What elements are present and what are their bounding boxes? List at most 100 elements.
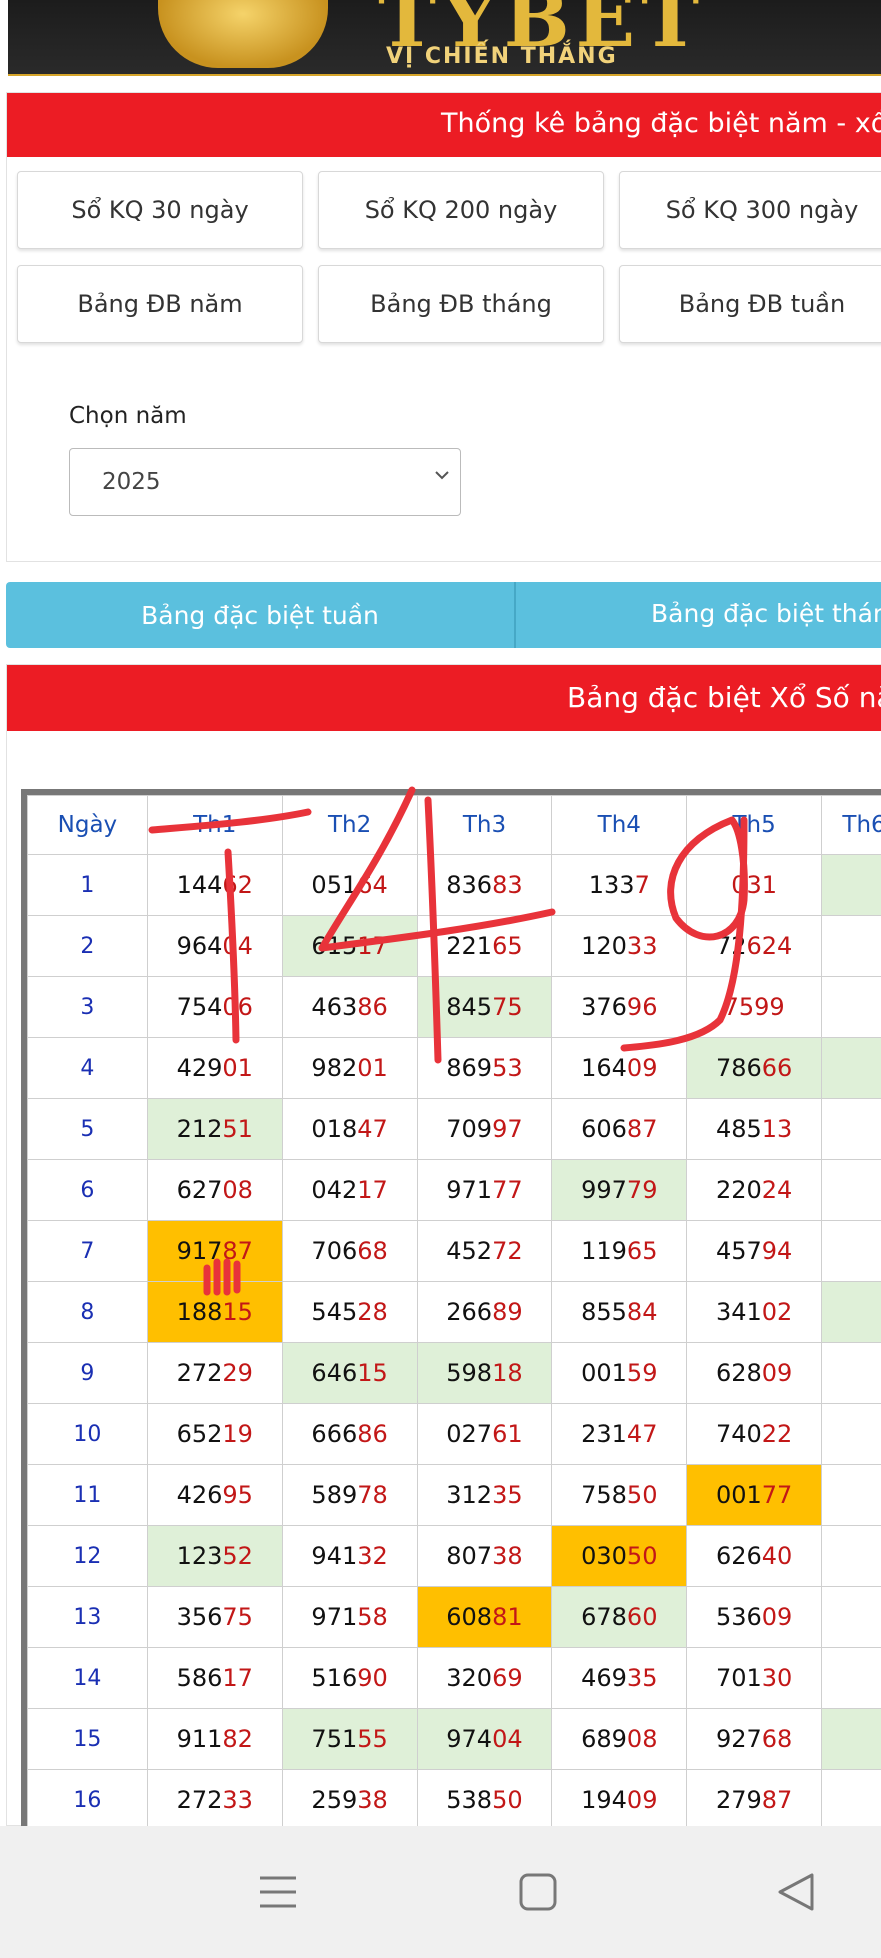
table-row: 14 58617 51690 32069 46935 70130 bbox=[27, 1647, 881, 1709]
result-cell: 58617 bbox=[146, 1647, 283, 1709]
result-tail: 031 bbox=[731, 871, 778, 899]
result-cell: 22024 bbox=[686, 1159, 823, 1221]
btn-kq-300[interactable]: Sổ KQ 300 ngày bbox=[619, 171, 881, 249]
result-prefix: 341 bbox=[715, 1298, 762, 1326]
result-prefix: 971 bbox=[311, 1603, 358, 1631]
result-prefix: 120 bbox=[581, 932, 627, 960]
table-row: 3 75406 46386 84575 37696 7599 bbox=[27, 976, 881, 1038]
result-cell: 61517 bbox=[281, 915, 418, 977]
results-table-frame[interactable]: Ngày Th1 Th2 Th3 Th4 Th5 Th6 1 14462 05164 83683 1… bbox=[21, 789, 881, 1835]
result-prefix: 740 bbox=[715, 1420, 762, 1448]
result-cell: 64615 bbox=[281, 1342, 418, 1404]
table-row: 13 35675 97158 60881 67860 53609 bbox=[27, 1586, 881, 1648]
result-tail: 75 bbox=[492, 993, 523, 1021]
result-tail: 87 bbox=[626, 1115, 658, 1143]
result-prefix: 754 bbox=[176, 993, 223, 1021]
result-prefix: 220 bbox=[715, 1176, 762, 1204]
result-prefix: 606 bbox=[581, 1115, 627, 1143]
table-row: 16 27233 25938 53850 19409 27987 bbox=[27, 1769, 881, 1831]
table-row: 5 21251 01847 70997 60687 48513 bbox=[27, 1098, 881, 1160]
result-tail: 624 bbox=[746, 932, 793, 960]
result-cell: 51690 bbox=[281, 1647, 418, 1709]
result-prefix: 589 bbox=[311, 1481, 358, 1509]
result-tail: 32 bbox=[357, 1542, 388, 1570]
result-cell-th6 bbox=[821, 1037, 881, 1099]
result-prefix: 689 bbox=[581, 1725, 627, 1753]
col-header-day: Ngày bbox=[27, 795, 148, 855]
result-tail: 86 bbox=[357, 1420, 388, 1448]
result-cell-th6 bbox=[821, 1525, 881, 1587]
day-cell: 16 bbox=[27, 1769, 148, 1831]
result-prefix: 426 bbox=[176, 1481, 223, 1509]
result-cell: 27987 bbox=[686, 1769, 823, 1831]
result-cell-th6 bbox=[821, 1769, 881, 1831]
day-cell: 9 bbox=[27, 1342, 148, 1404]
result-prefix: 836 bbox=[446, 871, 493, 899]
result-cell: 48513 bbox=[686, 1098, 823, 1160]
col-header-month: Th6 bbox=[821, 795, 881, 855]
result-prefix: 652 bbox=[176, 1420, 223, 1448]
table-row: 10 65219 66686 02761 23147 74022 bbox=[27, 1403, 881, 1465]
brand-banner[interactable]: TYBET VỊ CHIẾN THẮNG bbox=[8, 0, 881, 76]
result-cell: 92768 bbox=[686, 1708, 823, 1770]
result-tail: 28 bbox=[357, 1298, 388, 1326]
result-cell: 22165 bbox=[416, 915, 553, 977]
result-prefix: 123 bbox=[176, 1542, 223, 1570]
result-tail: 58 bbox=[357, 1603, 388, 1631]
btn-kq-200[interactable]: Sổ KQ 200 ngày bbox=[318, 171, 604, 249]
result-prefix: 231 bbox=[581, 1420, 627, 1448]
result-tail: 50 bbox=[492, 1786, 523, 1814]
day-cell: 12 bbox=[27, 1525, 148, 1587]
result-tail: 24 bbox=[761, 1176, 793, 1204]
result-tail: 01 bbox=[357, 1054, 388, 1082]
result-cell-th6 bbox=[821, 1342, 881, 1404]
result-cell-th6 bbox=[821, 1281, 881, 1343]
results-header: Bảng đặc biệt Xổ Số nă bbox=[7, 665, 881, 731]
result-cell: 11965 bbox=[551, 1220, 688, 1282]
tab-month[interactable]: Bảng đặc biệt tháng bbox=[651, 599, 881, 628]
result-tail: 69 bbox=[492, 1664, 523, 1692]
day-cell: 3 bbox=[27, 976, 148, 1038]
day-cell: 5 bbox=[27, 1098, 148, 1160]
day-cell: 11 bbox=[27, 1464, 148, 1526]
result-cell: 12033 bbox=[551, 915, 688, 977]
result-tail: 38 bbox=[492, 1542, 523, 1570]
result-cell-th6 bbox=[821, 1586, 881, 1648]
result-prefix: 997 bbox=[581, 1176, 627, 1204]
back-icon[interactable] bbox=[776, 1872, 816, 1912]
table-row: 6 62708 04217 97177 99779 22024 bbox=[27, 1159, 881, 1221]
result-cell: 84575 bbox=[416, 976, 553, 1038]
col-header-month: Th5 bbox=[686, 795, 823, 855]
result-tail: 15 bbox=[222, 1298, 253, 1326]
btn-db-week[interactable]: Bảng ĐB tuần bbox=[619, 265, 881, 343]
result-prefix: 845 bbox=[446, 993, 493, 1021]
btn-db-month[interactable]: Bảng ĐB tháng bbox=[318, 265, 604, 343]
result-prefix: 536 bbox=[715, 1603, 762, 1631]
result-prefix: 312 bbox=[446, 1481, 493, 1509]
year-select[interactable]: 2025 bbox=[69, 448, 461, 516]
menu-icon[interactable] bbox=[258, 1872, 298, 1912]
result-tail: 77 bbox=[761, 1481, 793, 1509]
result-prefix: 001 bbox=[715, 1481, 762, 1509]
tiger-logo-icon bbox=[158, 0, 328, 68]
result-cell: 96404 bbox=[146, 915, 283, 977]
result-cell: 53850 bbox=[416, 1769, 553, 1831]
table-row: 2 96404 61517 22165 12033 72624 bbox=[27, 915, 881, 977]
result-cell: 91787 bbox=[146, 1220, 283, 1282]
tab-week[interactable]: Bảng đặc biệt tuần bbox=[6, 582, 514, 648]
result-cell: 54528 bbox=[281, 1281, 418, 1343]
day-cell: 1 bbox=[27, 854, 148, 916]
result-prefix: 626 bbox=[715, 1542, 762, 1570]
day-cell: 10 bbox=[27, 1403, 148, 1465]
result-prefix: 469 bbox=[581, 1664, 627, 1692]
btn-db-year[interactable]: Bảng ĐB năm bbox=[17, 265, 303, 343]
result-tail: 61 bbox=[492, 1420, 523, 1448]
table-row: 7 91787 70668 45272 11965 45794 bbox=[27, 1220, 881, 1282]
result-prefix: 706 bbox=[311, 1237, 358, 1265]
year-select-value: 2025 bbox=[102, 469, 161, 495]
result-tail: 65 bbox=[626, 1237, 658, 1265]
result-tail: 35 bbox=[492, 1481, 523, 1509]
btn-kq-30[interactable]: Sổ KQ 30 ngày bbox=[17, 171, 303, 249]
result-tail: 95 bbox=[222, 1481, 253, 1509]
home-icon[interactable] bbox=[518, 1872, 558, 1912]
